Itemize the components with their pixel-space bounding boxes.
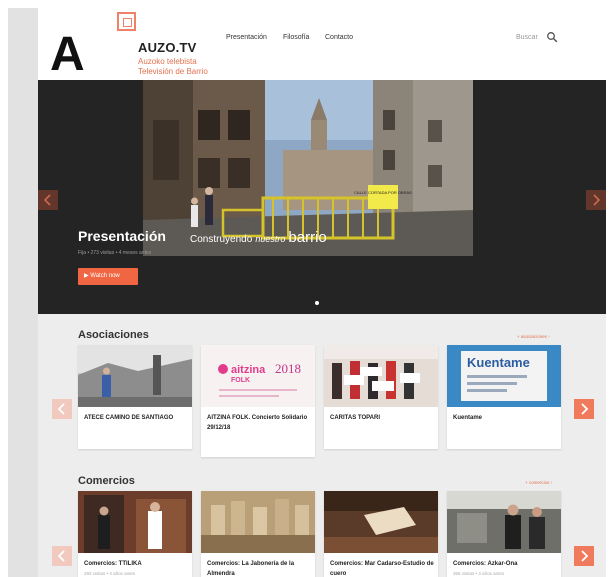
more-asociaciones-link[interactable]: + asociaciones ›: [517, 334, 550, 339]
site-subtitle-spanish: Televisión de Barrio: [138, 67, 208, 76]
card-thumbnail: [201, 491, 315, 553]
card-title[interactable]: Comercios: TTILIKA: [84, 559, 188, 569]
hero-caption: Construyendo nuestro barrio: [190, 229, 327, 246]
comercios-next-button[interactable]: [574, 546, 594, 566]
nav-item-contacto[interactable]: Contacto: [325, 34, 353, 41]
card-thumbnail: [447, 491, 561, 553]
kuentame-sign-text: Kuentame: [467, 355, 530, 370]
card-title[interactable]: ATECE CAMINO DE SANTIAGO: [84, 413, 188, 423]
card-title[interactable]: Kuentame: [453, 413, 557, 423]
card-thumbnail: [324, 345, 438, 407]
card-kuentame[interactable]: Kuentame Kuentame: [447, 345, 561, 449]
hero-caption-part-1: Construyendo: [190, 234, 253, 245]
section-title-comercios: Comercios: [78, 475, 135, 487]
asociaciones-prev-button[interactable]: [52, 399, 72, 419]
site-subtitle-basque: Auzoko telebista: [138, 57, 197, 66]
card-poster-image: aitzina FOLK 2018: [201, 345, 315, 407]
hero-slider[interactable]: CALLE CORTADA POR OBRAS Presentación Con…: [38, 80, 606, 314]
hero-caption-part-3: barrio: [288, 229, 327, 246]
card-title[interactable]: Comercios: Mar Cadarso-Estudio de cuero: [330, 559, 434, 577]
logo-letter[interactable]: A: [50, 31, 85, 79]
site-header: A AUZO.TV Auzoko telebista Televisión de…: [38, 8, 606, 80]
section-title-asociaciones: Asociaciones: [78, 329, 149, 341]
card-meta: 366 visitas • 4 años antes: [453, 571, 505, 576]
card-meta: 293 visitas • 4 años antes: [84, 571, 136, 576]
comercios-prev-button[interactable]: [52, 546, 72, 566]
chevron-left-icon: [52, 399, 72, 419]
card-thumbnail: [324, 491, 438, 553]
poster-year-text: 2018: [275, 361, 301, 376]
card-thumbnail: Kuentame: [447, 345, 561, 407]
card-jaboneria[interactable]: Comercios: La Jabonería de la Almendra: [201, 491, 315, 577]
poster-brand-text-2: FOLK: [231, 377, 250, 384]
card-atece[interactable]: ATECE CAMINO DE SANTIAGO: [78, 345, 192, 449]
more-comercios-link[interactable]: + comercios ›: [525, 480, 552, 485]
hero-next-button[interactable]: [586, 190, 606, 210]
asociaciones-next-button[interactable]: [574, 399, 594, 419]
card-aitzina-folk[interactable]: aitzina FOLK 2018 AITZINA FOLK. Conciert…: [201, 345, 315, 457]
browser-viewport: A AUZO.TV Auzoko telebista Televisión de…: [8, 8, 606, 577]
hero-meta: Fija • 273 visitas • 4 meses antes: [78, 250, 152, 256]
watch-now-button[interactable]: ▶ Watch now: [78, 268, 138, 285]
chevron-left-icon: [52, 546, 72, 566]
poster-brand-text: aitzina: [231, 364, 266, 376]
slider-dot[interactable]: [315, 301, 319, 305]
hero-street-sign-text: CALLE CORTADA POR OBRAS: [354, 190, 412, 195]
hero-title[interactable]: Presentación: [78, 228, 166, 244]
card-title[interactable]: AITZINA FOLK. Concierto Solidario 29/12/…: [207, 413, 311, 433]
chevron-right-icon: [593, 194, 601, 206]
card-thumbnail: [78, 491, 192, 553]
site-title[interactable]: AUZO.TV: [138, 40, 196, 55]
search-input[interactable]: Buscar: [516, 34, 538, 41]
card-mar-cadarso[interactable]: Comercios: Mar Cadarso-Estudio de cuero: [324, 491, 438, 577]
card-ttilika[interactable]: Comercios: TTILIKA 293 visitas • 4 años …: [78, 491, 192, 577]
hero-caption-part-2: nuestro: [255, 234, 286, 244]
card-caritas-topari[interactable]: CARITAS TOPARI: [324, 345, 438, 449]
chevron-right-icon: [574, 546, 594, 566]
logo-square-icon[interactable]: [117, 12, 136, 31]
card-title[interactable]: Comercios: Azkar-Ona: [453, 559, 557, 569]
card-title[interactable]: Comercios: La Jabonería de la Almendra: [207, 559, 311, 577]
nav-item-filosofia[interactable]: Filosofía: [283, 34, 309, 41]
chevron-right-icon: [574, 399, 594, 419]
website: A AUZO.TV Auzoko telebista Televisión de…: [38, 8, 606, 577]
search-icon[interactable]: [546, 31, 558, 43]
card-thumbnail: [78, 345, 192, 407]
nav-item-presentacion[interactable]: Presentación: [226, 34, 267, 41]
hero-prev-button[interactable]: [38, 190, 58, 210]
card-title[interactable]: CARITAS TOPARI: [330, 413, 434, 423]
chevron-left-icon: [43, 194, 51, 206]
card-azkar-ona[interactable]: Comercios: Azkar-Ona 366 visitas • 4 año…: [447, 491, 561, 577]
